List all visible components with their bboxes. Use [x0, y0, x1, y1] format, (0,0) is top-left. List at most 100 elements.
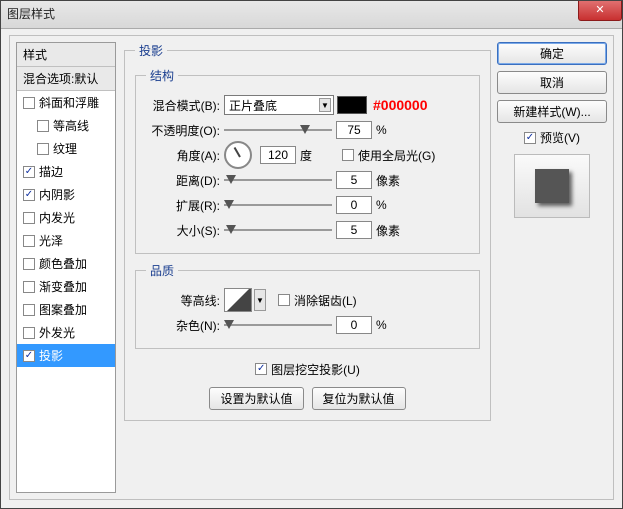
angle-dial[interactable] [224, 141, 252, 169]
sidebar-item-label: 图案叠加 [39, 301, 87, 318]
group-quality: 品质 等高线: ▼ 消除锯齿(L) 杂色(N): [135, 262, 480, 349]
contour-label: 等高线: [146, 292, 224, 309]
sidebar-item-7[interactable]: 颜色叠加 [17, 252, 115, 275]
opacity-slider[interactable] [224, 123, 332, 137]
preview-label: 预览(V) [540, 129, 580, 146]
sidebar-item-label: 外发光 [39, 324, 75, 341]
noise-input[interactable]: 0 [336, 316, 372, 334]
sidebar-item-11[interactable]: 投影 [17, 344, 115, 367]
contour-icon [224, 288, 252, 312]
new-style-button[interactable]: 新建样式(W)... [497, 100, 607, 123]
opacity-input[interactable]: 75 [336, 121, 372, 139]
checkbox-icon [23, 258, 35, 270]
shadow-color-swatch[interactable] [337, 96, 367, 114]
sidebar-item-3[interactable]: 描边 [17, 160, 115, 183]
noise-label: 杂色(N): [146, 317, 224, 334]
group-title: 投影 [135, 42, 167, 59]
group-structure: 结构 混合模式(B): 正片叠底 ▼ #000000 不透明度(O): 7 [135, 67, 480, 254]
spread-input[interactable]: 0 [336, 196, 372, 214]
sidebar-item-label: 内阴影 [39, 186, 75, 203]
distance-input[interactable]: 5 [336, 171, 372, 189]
antialias-checkbox[interactable]: 消除锯齿(L) [278, 292, 357, 309]
checkbox-icon [23, 304, 35, 316]
set-default-button[interactable]: 设置为默认值 [209, 387, 303, 410]
sidebar-header-blend[interactable]: 混合选项:默认 [17, 67, 115, 91]
global-light-checkbox[interactable]: 使用全局光(G) [342, 147, 435, 164]
checkbox-icon [23, 212, 35, 224]
global-light-label: 使用全局光(G) [358, 147, 435, 164]
sidebar-item-label: 光泽 [39, 232, 63, 249]
sidebar-item-label: 纹理 [53, 140, 77, 157]
distance-label: 距离(D): [146, 172, 224, 189]
structure-legend: 结构 [146, 67, 178, 84]
blend-mode-combo[interactable]: 正片叠底 ▼ [224, 95, 334, 115]
close-button[interactable]: ✕ [578, 1, 622, 21]
sidebar-item-8[interactable]: 渐变叠加 [17, 275, 115, 298]
sidebar-header-styles[interactable]: 样式 [17, 43, 115, 67]
layer-style-dialog: 图层样式 ✕ 样式 混合选项:默认 斜面和浮雕等高线纹理描边内阴影内发光光泽颜色… [0, 0, 623, 509]
blend-mode-value: 正片叠底 [229, 97, 277, 114]
dialog-body: 样式 混合选项:默认 斜面和浮雕等高线纹理描边内阴影内发光光泽颜色叠加渐变叠加图… [9, 35, 614, 500]
spread-slider[interactable] [224, 198, 332, 212]
reset-default-button[interactable]: 复位为默认值 [312, 387, 406, 410]
spread-label: 扩展(R): [146, 197, 224, 214]
size-slider[interactable] [224, 223, 332, 237]
antialias-label: 消除锯齿(L) [294, 292, 357, 309]
angle-input[interactable]: 120 [260, 146, 296, 164]
sidebar-item-label: 投影 [39, 347, 63, 364]
spread-unit: % [376, 198, 406, 212]
knockout-checkbox[interactable]: 图层挖空投影(U) [255, 361, 360, 378]
sidebar-item-label: 颜色叠加 [39, 255, 87, 272]
size-input[interactable]: 5 [336, 221, 372, 239]
sidebar-item-4[interactable]: 内阴影 [17, 183, 115, 206]
angle-unit: 度 [300, 147, 330, 164]
preview-checkbox[interactable]: 预览(V) [497, 129, 607, 146]
window-title: 图层样式 [7, 5, 55, 22]
checkbox-icon [524, 132, 536, 144]
sidebar-item-5[interactable]: 内发光 [17, 206, 115, 229]
preview-box [514, 154, 590, 218]
main-panel: 投影 结构 混合模式(B): 正片叠底 ▼ #000000 不透明度(O): [124, 42, 491, 493]
title-bar: 图层样式 ✕ [1, 1, 622, 29]
sidebar-item-label: 渐变叠加 [39, 278, 87, 295]
chevron-down-icon: ▼ [254, 289, 266, 311]
cancel-button[interactable]: 取消 [497, 71, 607, 94]
sidebar-item-0[interactable]: 斜面和浮雕 [17, 91, 115, 114]
checkbox-icon [255, 363, 267, 375]
opacity-label: 不透明度(O): [146, 122, 224, 139]
color-annotation: #000000 [373, 97, 428, 113]
sidebar-item-10[interactable]: 外发光 [17, 321, 115, 344]
checkbox-icon [23, 97, 35, 109]
distance-unit: 像素 [376, 172, 406, 189]
checkbox-icon [23, 235, 35, 247]
angle-label: 角度(A): [146, 147, 224, 164]
size-label: 大小(S): [146, 222, 224, 239]
checkbox-icon [37, 120, 49, 132]
sidebar-item-6[interactable]: 光泽 [17, 229, 115, 252]
styles-sidebar: 样式 混合选项:默认 斜面和浮雕等高线纹理描边内阴影内发光光泽颜色叠加渐变叠加图… [16, 42, 116, 493]
checkbox-icon [23, 166, 35, 178]
opacity-unit: % [376, 123, 406, 137]
checkbox-icon [278, 294, 290, 306]
ok-button[interactable]: 确定 [497, 42, 607, 65]
sidebar-item-label: 斜面和浮雕 [39, 94, 99, 111]
distance-slider[interactable] [224, 173, 332, 187]
contour-picker[interactable]: ▼ [224, 288, 266, 312]
chevron-down-icon: ▼ [319, 98, 331, 112]
preview-swatch [535, 169, 569, 203]
sidebar-item-label: 内发光 [39, 209, 75, 226]
knockout-label: 图层挖空投影(U) [271, 361, 360, 378]
checkbox-icon [23, 350, 35, 362]
size-unit: 像素 [376, 222, 406, 239]
sidebar-item-label: 等高线 [53, 117, 89, 134]
checkbox-icon [37, 143, 49, 155]
checkbox-icon [23, 327, 35, 339]
right-column: 确定 取消 新建样式(W)... 预览(V) [497, 42, 607, 218]
sidebar-item-9[interactable]: 图案叠加 [17, 298, 115, 321]
sidebar-item-1[interactable]: 等高线 [17, 114, 115, 137]
noise-slider[interactable] [224, 318, 332, 332]
checkbox-icon [342, 149, 354, 161]
checkbox-icon [23, 281, 35, 293]
checkbox-icon [23, 189, 35, 201]
sidebar-item-2[interactable]: 纹理 [17, 137, 115, 160]
